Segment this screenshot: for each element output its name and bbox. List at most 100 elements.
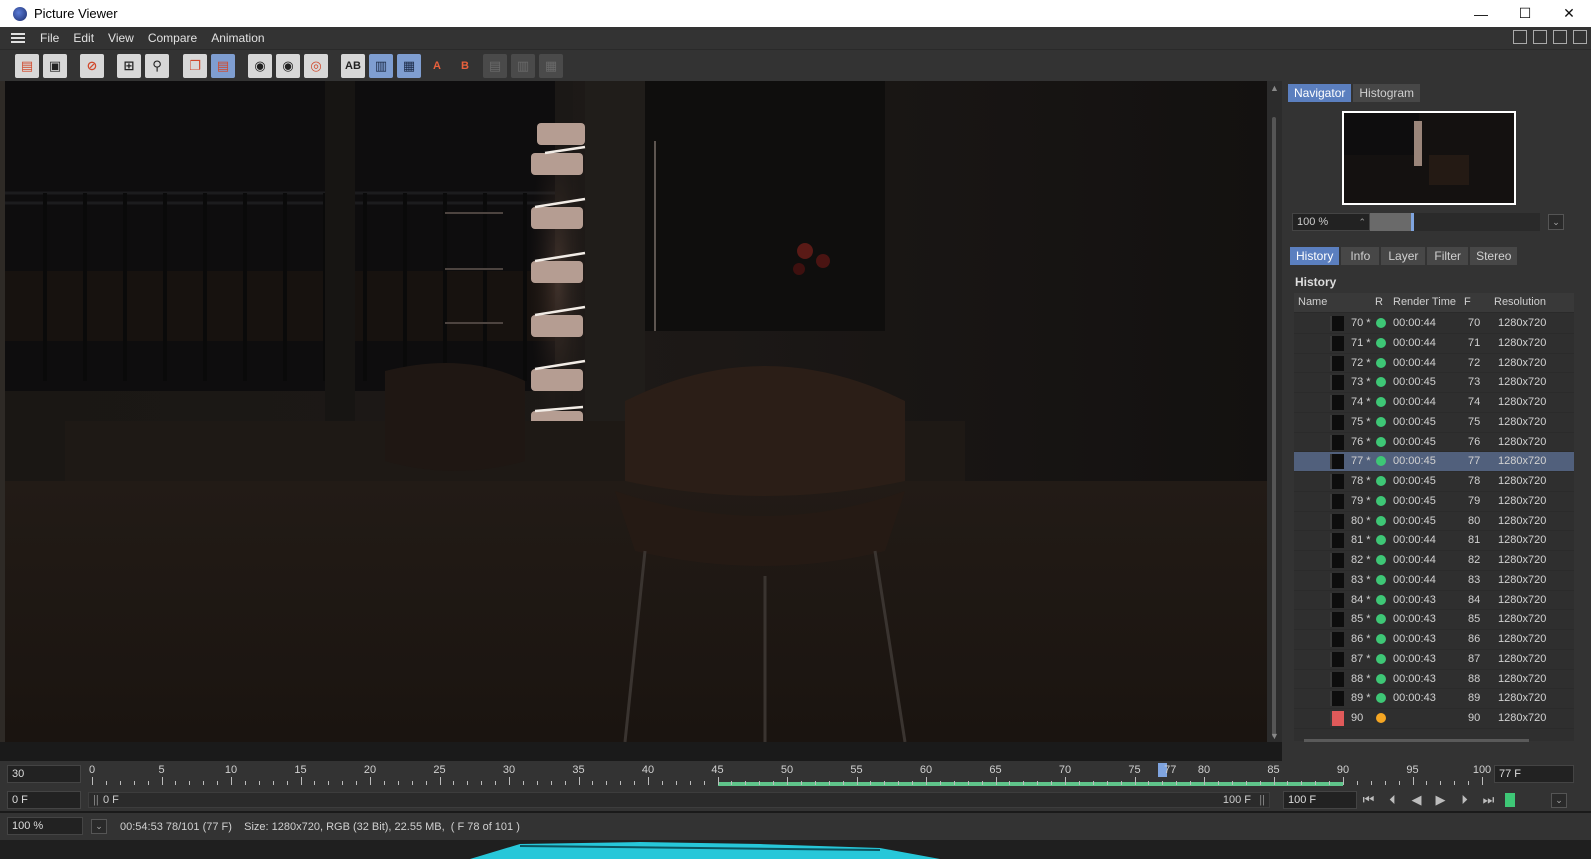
play-forward-icon[interactable]: ▶ bbox=[1433, 792, 1448, 808]
go-to-start-icon[interactable]: ⏮ bbox=[1361, 792, 1376, 808]
frame-thumbnail bbox=[1330, 513, 1344, 529]
status-zoom-dropdown[interactable]: ⌄ bbox=[91, 819, 107, 834]
move-icon[interactable] bbox=[1553, 30, 1567, 44]
status-zoom-field[interactable]: 100 % bbox=[7, 817, 83, 835]
history-row[interactable]: 82 * 00:00:44 82 1280x720 bbox=[1294, 551, 1574, 571]
history-row[interactable]: 83 * 00:00:44 83 1280x720 bbox=[1294, 571, 1574, 591]
history-row[interactable]: 88 * 00:00:43 88 1280x720 bbox=[1294, 670, 1574, 690]
fps-field[interactable]: 30 bbox=[7, 765, 81, 783]
navigator-preview[interactable] bbox=[1342, 111, 1516, 205]
col-resolution[interactable]: Resolution bbox=[1494, 296, 1546, 308]
new-window-icon[interactable] bbox=[1533, 30, 1547, 44]
menu-view[interactable]: View bbox=[101, 27, 141, 49]
hamburger-menu-icon[interactable] bbox=[11, 33, 25, 43]
history-row[interactable]: 90 90 1280x720 bbox=[1294, 709, 1574, 729]
col-render-time[interactable]: Render Time bbox=[1393, 296, 1456, 308]
ruler-tick bbox=[467, 781, 469, 785]
close-button[interactable]: ✕ bbox=[1547, 0, 1591, 27]
scroll-up-icon[interactable]: ▲ bbox=[1270, 83, 1279, 93]
image-viewport[interactable] bbox=[5, 81, 1267, 742]
playback-options-dropdown[interactable]: ⌄ bbox=[1551, 793, 1567, 808]
zoom-slider-handle[interactable] bbox=[1411, 213, 1414, 231]
diff-compare-icon[interactable]: ▦ bbox=[397, 54, 421, 78]
history-row[interactable]: 89 * 00:00:43 89 1280x720 bbox=[1294, 689, 1574, 709]
viewport-scrollbar[interactable]: ▲ ▼ bbox=[1267, 81, 1282, 742]
history-row[interactable]: 87 * 00:00:43 87 1280x720 bbox=[1294, 650, 1574, 670]
history-horizontal-scrollbar[interactable] bbox=[1294, 738, 1556, 744]
copy-frame-icon[interactable]: ❐ bbox=[183, 54, 207, 78]
preview-range-bar[interactable]: || 0 F 100 F || bbox=[88, 792, 1270, 808]
dock-icon[interactable] bbox=[1573, 30, 1587, 44]
history-row[interactable]: 72 * 00:00:44 72 1280x720 bbox=[1294, 354, 1574, 374]
history-row[interactable]: 77 * 00:00:45 77 1280x720 bbox=[1294, 452, 1574, 472]
open-file-icon[interactable]: ▤ bbox=[15, 54, 39, 78]
menu-file[interactable]: File bbox=[33, 27, 66, 49]
history-row[interactable]: 80 * 00:00:45 80 1280x720 bbox=[1294, 512, 1574, 532]
navigator-options-dropdown[interactable]: ⌄ bbox=[1548, 214, 1564, 230]
row-frame: 72 bbox=[1468, 356, 1481, 369]
frame-ruler[interactable]: 0 5 10 15 20 25 30 35 40 45 50 55 60 65 70 75 77 80 85 90 95… bbox=[88, 761, 1491, 789]
maximize-button[interactable]: ☐ bbox=[1503, 0, 1547, 27]
save-file-icon[interactable]: ▣ bbox=[43, 54, 67, 78]
history-row[interactable]: 84 * 00:00:43 84 1280x720 bbox=[1294, 591, 1574, 611]
col-name[interactable]: Name bbox=[1298, 296, 1327, 308]
tab-navigator[interactable]: Navigator bbox=[1288, 84, 1352, 102]
history-row[interactable]: 70 * 00:00:44 70 1280x720 bbox=[1294, 314, 1574, 334]
menu-animation[interactable]: Animation bbox=[204, 27, 271, 49]
navigator-zoom-field[interactable]: 100 % ⌃ bbox=[1292, 213, 1370, 231]
render-view-icon[interactable]: ◉ bbox=[248, 54, 272, 78]
tab-info[interactable]: Info bbox=[1341, 247, 1380, 265]
set-a-icon[interactable]: A bbox=[425, 54, 449, 78]
scroll-down-icon[interactable]: ▼ bbox=[1270, 731, 1279, 741]
row-frame: 71 bbox=[1468, 336, 1481, 349]
ruler-tick bbox=[870, 781, 872, 785]
split-compare-icon[interactable]: ▥ bbox=[369, 54, 393, 78]
menu-edit[interactable]: Edit bbox=[66, 27, 101, 49]
go-to-end-icon[interactable]: ⏭ bbox=[1481, 792, 1496, 808]
history-row[interactable]: 79 * 00:00:45 79 1280x720 bbox=[1294, 492, 1574, 512]
region-render-icon[interactable]: ⊞ bbox=[117, 54, 141, 78]
ab-compare-icon[interactable]: AB bbox=[341, 54, 365, 78]
play-backward-icon[interactable]: ◀ bbox=[1409, 792, 1424, 808]
history-row[interactable]: 74 * 00:00:44 74 1280x720 bbox=[1294, 393, 1574, 413]
split-horizontal-icon[interactable]: ▥ bbox=[511, 54, 535, 78]
tab-history[interactable]: History bbox=[1290, 247, 1340, 265]
history-row[interactable]: 75 * 00:00:45 75 1280x720 bbox=[1294, 413, 1574, 433]
history-row[interactable]: 81 * 00:00:44 81 1280x720 bbox=[1294, 531, 1574, 551]
tab-histogram[interactable]: Histogram bbox=[1353, 84, 1421, 102]
scroll-thumb[interactable] bbox=[1272, 117, 1276, 737]
current-frame-field[interactable]: 77 F bbox=[1494, 765, 1574, 783]
previous-frame-icon[interactable]: ⏴ bbox=[1385, 792, 1400, 808]
navigator-zoom-slider[interactable] bbox=[1370, 213, 1540, 231]
start-frame-field[interactable]: 0 F bbox=[7, 791, 81, 809]
ruler-label: 20 bbox=[363, 764, 377, 776]
col-frame[interactable]: F bbox=[1464, 296, 1471, 308]
loop-mode-icon[interactable] bbox=[1505, 793, 1515, 807]
minimize-button[interactable]: — bbox=[1459, 0, 1503, 27]
zoom-tool-icon[interactable]: ⚲ bbox=[145, 54, 169, 78]
zoom-spinner-icon[interactable]: ⌃ bbox=[1358, 214, 1366, 230]
end-frame-field[interactable]: 100 F bbox=[1283, 791, 1357, 809]
history-row[interactable]: 76 * 00:00:45 76 1280x720 bbox=[1294, 433, 1574, 453]
menu-compare[interactable]: Compare bbox=[141, 27, 204, 49]
history-row[interactable]: 85 * 00:00:43 85 1280x720 bbox=[1294, 610, 1574, 630]
history-row[interactable]: 71 * 00:00:44 71 1280x720 bbox=[1294, 334, 1574, 354]
next-frame-icon[interactable]: ⏵ bbox=[1457, 792, 1472, 808]
row-frame: 77 bbox=[1468, 455, 1481, 468]
tab-layer[interactable]: Layer bbox=[1381, 247, 1426, 265]
history-row[interactable]: 86 * 00:00:43 86 1280x720 bbox=[1294, 630, 1574, 650]
tab-filter[interactable]: Filter bbox=[1427, 247, 1469, 265]
history-row[interactable]: 73 * 00:00:45 73 1280x720 bbox=[1294, 373, 1574, 393]
set-b-icon[interactable]: B bbox=[453, 54, 477, 78]
history-row[interactable]: 78 * 00:00:45 78 1280x720 bbox=[1294, 472, 1574, 492]
delete-frames-icon[interactable]: ▤ bbox=[211, 54, 235, 78]
swap-icon[interactable]: ▤ bbox=[483, 54, 507, 78]
col-r[interactable]: R bbox=[1375, 296, 1383, 308]
split-vertical-icon[interactable]: ▦ bbox=[539, 54, 563, 78]
render-all-icon[interactable]: ◎ bbox=[304, 54, 328, 78]
tab-stereo[interactable]: Stereo bbox=[1470, 247, 1518, 265]
stop-render-icon[interactable]: ⊘ bbox=[80, 54, 104, 78]
layout-toggle-icon[interactable] bbox=[1513, 30, 1527, 44]
range-row: 0 F || 0 F 100 F || 100 F ⏮ ⏴ ◀ ▶ ⏵ ⏭ ⌄ bbox=[0, 789, 1591, 811]
render-active-icon[interactable]: ◉ bbox=[276, 54, 300, 78]
